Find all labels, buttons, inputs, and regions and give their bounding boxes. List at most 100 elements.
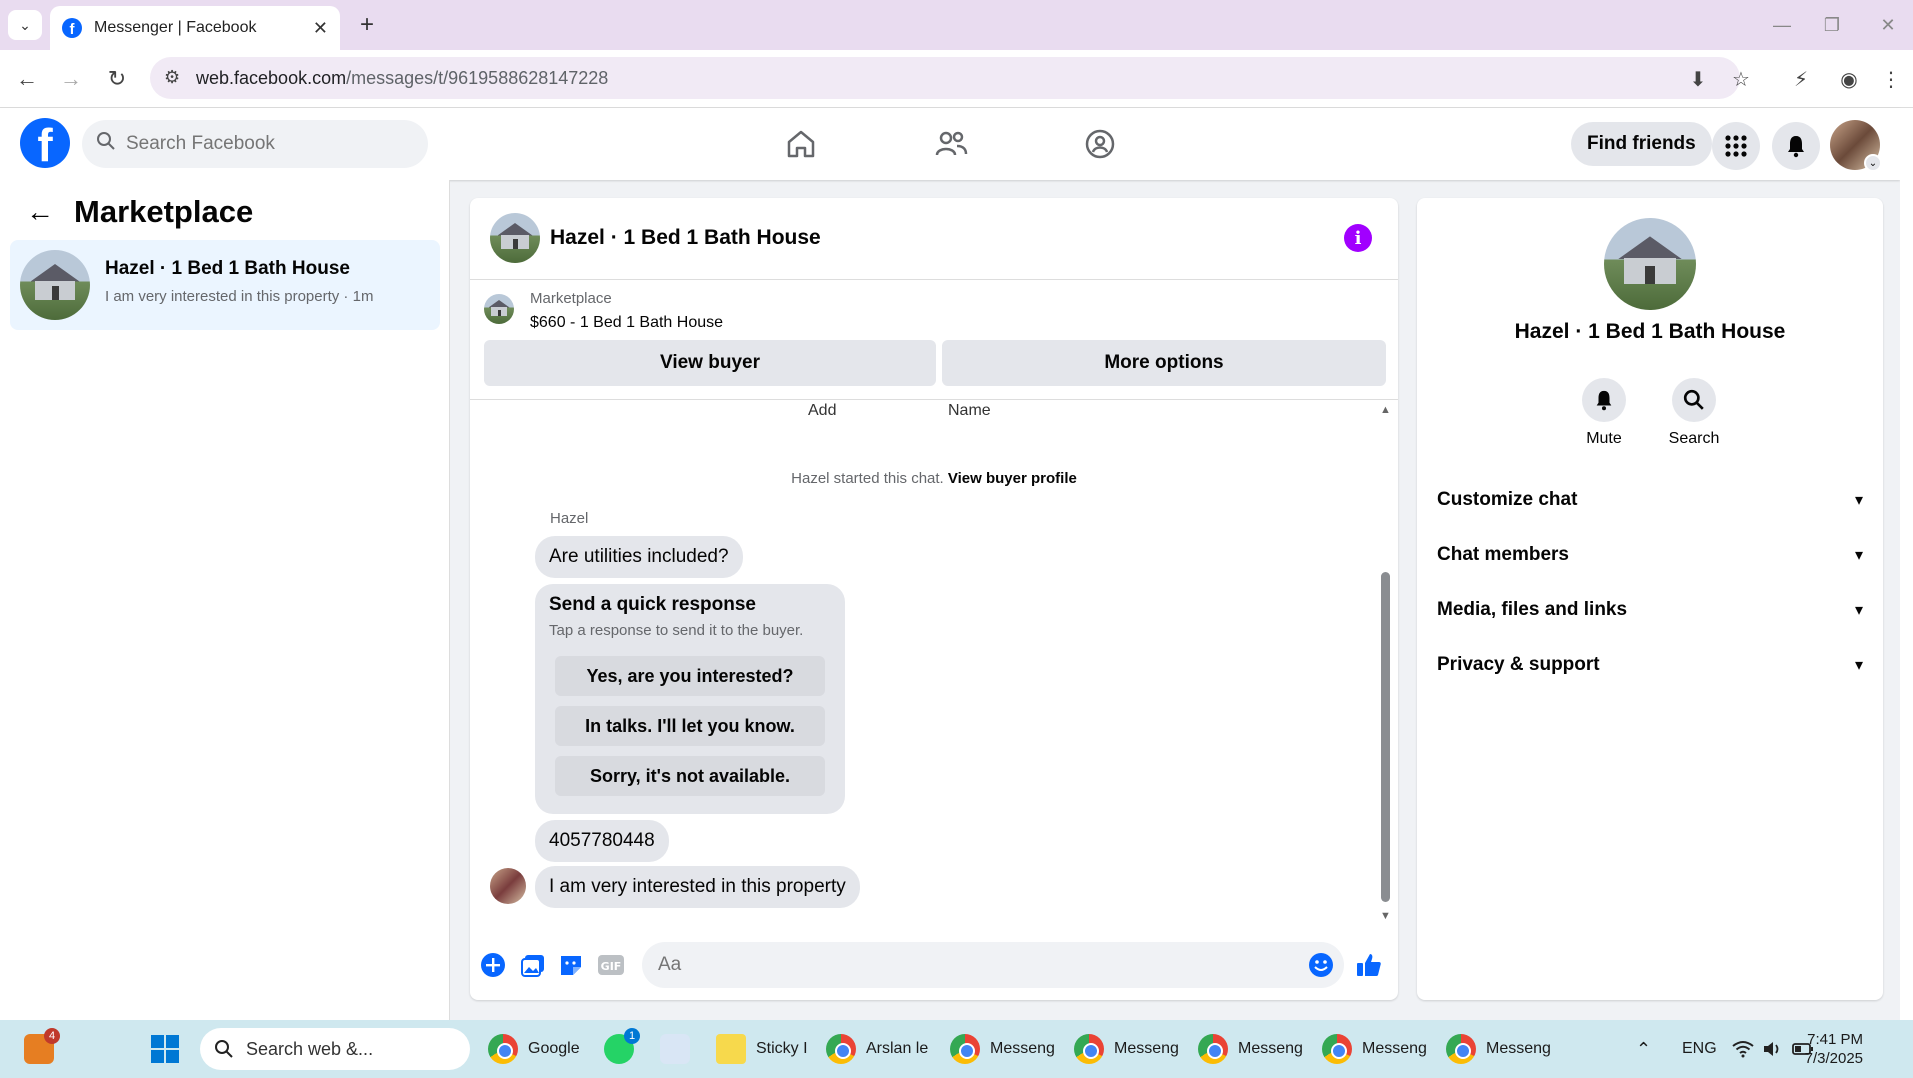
mute-action[interactable]: Mute [1559, 378, 1649, 448]
scroll-thumb[interactable] [1381, 572, 1390, 902]
search-label: Search [1668, 430, 1720, 447]
taskbar-google[interactable]: Google [488, 1028, 580, 1070]
menu-grid-icon[interactable] [1712, 122, 1760, 170]
marketplace-label: Marketplace [530, 290, 612, 307]
back-arrow-icon[interactable]: ← [26, 196, 54, 228]
media-files-links-section[interactable]: Media, files and links ▾ [1437, 590, 1863, 630]
browser-tab-messenger[interactable]: f Messenger | Facebook ✕ [50, 6, 340, 50]
wifi-icon[interactable] [1732, 1028, 1754, 1070]
account-avatar[interactable]: ⌄ [1830, 120, 1882, 172]
whatsapp-badge: 1 [624, 1028, 640, 1044]
plus-circle-icon[interactable] [478, 950, 508, 980]
weather-widget[interactable]: 4 [24, 1028, 64, 1070]
page-scrollbar[interactable] [1900, 108, 1913, 1020]
reload-icon[interactable]: ↻ [102, 64, 132, 94]
snipping-tool-icon [660, 1034, 690, 1064]
chat-house-avatar[interactable] [490, 213, 540, 263]
chat-title[interactable]: Hazel · 1 Bed 1 Bath House [550, 226, 821, 250]
whatsapp-icon: 1 [604, 1028, 640, 1064]
search-action[interactable]: Search [1649, 378, 1739, 448]
message-bubble[interactable]: I am very interested in this property [535, 866, 860, 908]
taskbar-chrome-messenger[interactable]: Messeng [1322, 1028, 1427, 1070]
home-icon[interactable] [779, 124, 823, 164]
message-bubble[interactable]: 4057780448 [535, 820, 669, 862]
quick-response-title: Send a quick response [549, 594, 756, 615]
more-options-button[interactable]: More options [942, 340, 1386, 386]
new-tab-icon[interactable]: + [352, 10, 382, 40]
tab-title: Messenger | Facebook [94, 19, 257, 36]
profile-icon[interactable]: ◉ [1834, 64, 1864, 94]
friends-icon[interactable] [929, 124, 973, 164]
privacy-support-section[interactable]: Privacy & support ▾ [1437, 645, 1863, 685]
gif-icon[interactable]: GIF [596, 950, 626, 980]
site-info-icon[interactable]: ⚙ [164, 67, 180, 88]
address-bar[interactable]: ⚙ web.facebook.com/messages/t/9619588628… [150, 57, 1740, 99]
facebook-logo-icon[interactable]: f [20, 118, 70, 168]
thumbs-up-icon[interactable] [1354, 950, 1384, 980]
forward-icon[interactable]: → [56, 64, 86, 94]
chevron-down-icon: ▾ [1854, 547, 1863, 564]
scroll-down-icon[interactable]: ▼ [1380, 910, 1391, 922]
minimize-icon[interactable]: — [1762, 10, 1802, 40]
taskbar-chrome-messenger[interactable]: Messeng [1198, 1028, 1303, 1070]
taskbar-chrome-messenger[interactable]: Messeng [1446, 1028, 1551, 1070]
bookmark-star-icon[interactable]: ☆ [1726, 64, 1756, 94]
details-house-avatar[interactable] [1604, 218, 1696, 310]
find-friends-button[interactable]: Find friends [1571, 122, 1712, 166]
view-buyer-button[interactable]: View buyer [484, 340, 936, 386]
quick-response-option[interactable]: Sorry, it's not available. [555, 756, 825, 796]
restore-icon[interactable]: ❐ [1812, 10, 1852, 40]
listing-price-title[interactable]: $660 - 1 Bed 1 Bath House [530, 314, 723, 332]
conversation-item[interactable]: Hazel · 1 Bed 1 Bath House I am very int… [10, 240, 440, 330]
thread-scrollbar[interactable]: ▲ ▼ [1378, 402, 1392, 922]
quick-response-subtitle: Tap a response to send it to the buyer. [549, 622, 804, 639]
notifications-bell-icon[interactable] [1772, 122, 1820, 170]
quick-response-option[interactable]: In talks. I'll let you know. [555, 706, 825, 746]
message-input[interactable] [658, 954, 1278, 976]
customize-chat-section[interactable]: Customize chat ▾ [1437, 480, 1863, 520]
photo-icon[interactable] [518, 950, 548, 980]
sender-name: Hazel [550, 510, 589, 527]
tray-expand-chevron-icon[interactable]: ⌃ [1636, 1028, 1651, 1070]
info-icon[interactable]: i [1344, 224, 1372, 252]
volume-icon[interactable] [1762, 1028, 1782, 1070]
weather-badge: 4 [44, 1028, 60, 1044]
message-composer: GIF [470, 938, 1398, 994]
taskbar-chrome-messenger[interactable]: Messeng [1074, 1028, 1179, 1070]
search-input[interactable] [126, 133, 386, 155]
sender-avatar[interactable] [490, 868, 526, 904]
start-button[interactable] [150, 1028, 180, 1070]
window-close-icon[interactable]: ✕ [1868, 10, 1908, 40]
back-icon[interactable]: ← [12, 64, 42, 94]
menu-kebab-icon[interactable]: ⋮ [1876, 64, 1906, 94]
taskbar-chrome-messenger[interactable]: Messeng [950, 1028, 1055, 1070]
scroll-up-icon[interactable]: ▲ [1380, 404, 1391, 416]
install-app-icon[interactable]: ⬇ [1683, 64, 1713, 94]
language-indicator[interactable]: ENG [1682, 1028, 1717, 1070]
groups-icon[interactable] [1078, 124, 1122, 164]
facebook-search[interactable] [82, 120, 428, 168]
extension-icon[interactable]: ⚡ [1786, 64, 1816, 94]
taskbar-chrome-arslan[interactable]: Arslan le [826, 1028, 928, 1070]
mute-bell-icon[interactable] [1582, 378, 1626, 422]
tab-search-chevron-icon[interactable]: ⌄ [8, 10, 42, 40]
sticker-icon[interactable] [556, 950, 586, 980]
tab-close-icon[interactable]: ✕ [313, 18, 328, 39]
message-bubble[interactable]: Are utilities included? [535, 536, 743, 578]
section-label: Customize chat [1437, 489, 1578, 510]
partial-add-label: Add [808, 402, 837, 419]
view-buyer-profile-link[interactable]: View buyer profile [948, 470, 1077, 487]
chevron-down-icon: ▾ [1854, 657, 1863, 674]
windows-taskbar: 4 Search web &... Google 1 Sticky I Arsl… [0, 1020, 1913, 1078]
search-conversation-icon[interactable] [1672, 378, 1716, 422]
chat-members-section[interactable]: Chat members ▾ [1437, 535, 1863, 575]
quick-response-option[interactable]: Yes, are you interested? [555, 656, 825, 696]
chrome-icon [826, 1034, 856, 1064]
chrome-icon [1322, 1034, 1352, 1064]
taskbar-clock[interactable]: 7:41 PM 7/3/2025 [1805, 1030, 1863, 1068]
taskbar-whatsapp[interactable]: 1 [604, 1028, 644, 1070]
taskbar-search[interactable]: Search web &... [200, 1028, 470, 1070]
taskbar-snipping-tool[interactable] [660, 1028, 700, 1070]
taskbar-sticky-notes[interactable]: Sticky I [716, 1028, 808, 1070]
emoji-icon[interactable] [1306, 950, 1336, 980]
